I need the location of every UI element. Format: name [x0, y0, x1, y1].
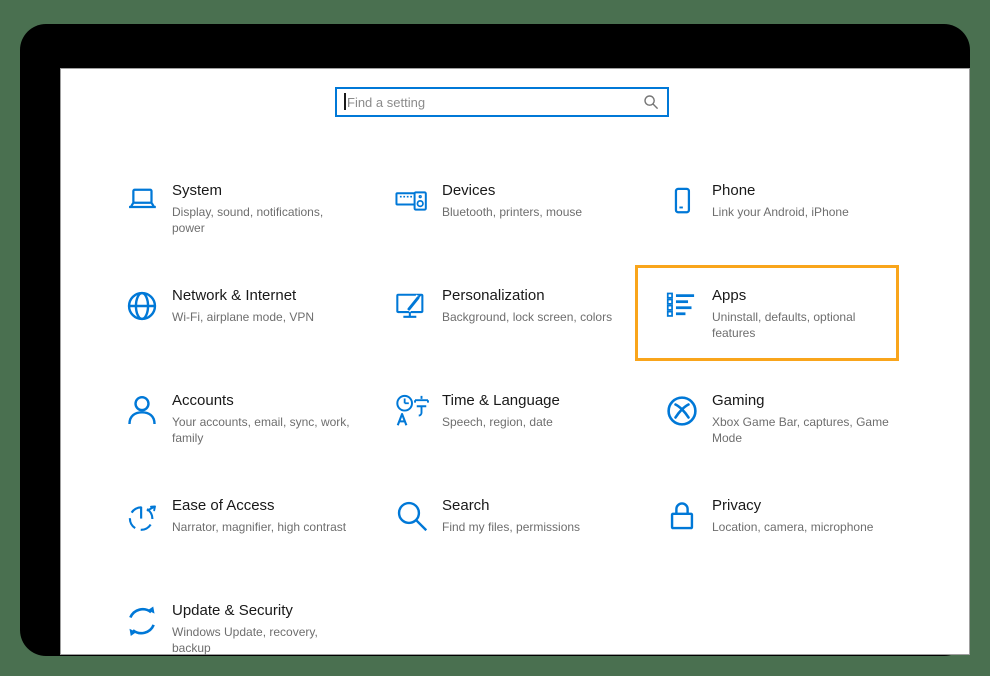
desktop-background: System Display, sound, notifications, pow…	[0, 0, 990, 676]
ease-of-access-icon	[123, 497, 161, 535]
tile-text: Ease of Access Narrator, magnifier, high …	[172, 496, 346, 535]
settings-tile-privacy[interactable]: Privacy Location, camera, microphone	[649, 483, 919, 588]
tile-text: Gaming Xbox Game Bar, captures, Game Mode	[712, 391, 890, 446]
settings-tile-gaming[interactable]: Gaming Xbox Game Bar, captures, Game Mode	[649, 378, 919, 483]
text-caret	[344, 93, 346, 110]
tile-subtitle: Bluetooth, printers, mouse	[442, 204, 582, 220]
tile-text: Network & Internet Wi-Fi, airplane mode, …	[172, 286, 314, 325]
settings-tile-time-language[interactable]: Time & Language Speech, region, date	[379, 378, 649, 483]
lock-icon	[663, 497, 701, 535]
tile-title: Time & Language	[442, 391, 560, 411]
search-box[interactable]	[335, 87, 669, 117]
settings-tile-personalization[interactable]: Personalization Background, lock screen, …	[379, 273, 649, 378]
tile-title: Personalization	[442, 286, 612, 306]
smartphone-icon	[663, 182, 701, 220]
settings-tile-devices[interactable]: Devices Bluetooth, printers, mouse	[379, 168, 649, 273]
settings-tile-phone[interactable]: Phone Link your Android, iPhone	[649, 168, 919, 273]
tile-text: Devices Bluetooth, printers, mouse	[442, 181, 582, 220]
tile-subtitle: Find my files, permissions	[442, 519, 580, 535]
tile-subtitle: Location, camera, microphone	[712, 519, 873, 535]
tile-title: Devices	[442, 181, 582, 201]
tile-title: System	[172, 181, 350, 201]
window-frame: System Display, sound, notifications, pow…	[20, 24, 970, 656]
xbox-icon	[663, 392, 701, 430]
settings-tile-search[interactable]: Search Find my files, permissions	[379, 483, 649, 588]
tile-subtitle: Your accounts, email, sync, work, family	[172, 414, 350, 446]
settings-tile-update-security[interactable]: Update & Security Windows Update, recover…	[109, 588, 379, 676]
app-list-icon	[663, 287, 701, 325]
tile-title: Phone	[712, 181, 849, 201]
settings-grid: System Display, sound, notifications, pow…	[109, 168, 919, 676]
settings-tile-accounts[interactable]: Accounts Your accounts, email, sync, work…	[109, 378, 379, 483]
tile-subtitle: Narrator, magnifier, high contrast	[172, 519, 346, 535]
tile-subtitle: Display, sound, notifications, power	[172, 204, 350, 236]
sync-arrows-icon	[123, 602, 161, 640]
tile-text: Accounts Your accounts, email, sync, work…	[172, 391, 350, 446]
settings-tile-apps[interactable]: Apps Uninstall, defaults, optional featur…	[649, 273, 919, 378]
tile-title: Network & Internet	[172, 286, 314, 306]
globe-icon	[123, 287, 161, 325]
tile-subtitle: Speech, region, date	[442, 414, 560, 430]
tile-subtitle: Wi-Fi, airplane mode, VPN	[172, 309, 314, 325]
tile-title: Search	[442, 496, 580, 516]
tile-title: Privacy	[712, 496, 873, 516]
tile-subtitle: Windows Update, recovery, backup	[172, 624, 350, 656]
tile-subtitle: Xbox Game Bar, captures, Game Mode	[712, 414, 890, 446]
settings-tile-system[interactable]: System Display, sound, notifications, pow…	[109, 168, 379, 273]
settings-tile-ease-of-access[interactable]: Ease of Access Narrator, magnifier, high …	[109, 483, 379, 588]
tile-subtitle: Link your Android, iPhone	[712, 204, 849, 220]
magnifier-icon	[393, 497, 431, 535]
tile-text: Privacy Location, camera, microphone	[712, 496, 873, 535]
tile-text: Search Find my files, permissions	[442, 496, 580, 535]
tile-title: Gaming	[712, 391, 890, 411]
tile-text: Phone Link your Android, iPhone	[712, 181, 849, 220]
monitor-brush-icon	[393, 287, 431, 325]
clock-language-icon	[393, 392, 431, 430]
laptop-icon	[123, 182, 161, 220]
tile-title: Update & Security	[172, 601, 350, 621]
tile-title: Accounts	[172, 391, 350, 411]
tile-subtitle: Uninstall, defaults, optional features	[712, 309, 890, 341]
tile-text: System Display, sound, notifications, pow…	[172, 181, 350, 236]
settings-window: System Display, sound, notifications, pow…	[60, 68, 970, 655]
search-icon	[643, 94, 659, 110]
tile-text: Personalization Background, lock screen, …	[442, 286, 612, 325]
tile-text: Time & Language Speech, region, date	[442, 391, 560, 430]
tile-text: Apps Uninstall, defaults, optional featur…	[712, 286, 890, 341]
search-input[interactable]	[337, 95, 667, 110]
settings-tile-network-internet[interactable]: Network & Internet Wi-Fi, airplane mode, …	[109, 273, 379, 378]
tile-title: Apps	[712, 286, 890, 306]
tile-text: Update & Security Windows Update, recover…	[172, 601, 350, 656]
keyboard-speaker-icon	[393, 182, 431, 220]
person-icon	[123, 392, 161, 430]
tile-subtitle: Background, lock screen, colors	[442, 309, 612, 325]
tile-title: Ease of Access	[172, 496, 346, 516]
